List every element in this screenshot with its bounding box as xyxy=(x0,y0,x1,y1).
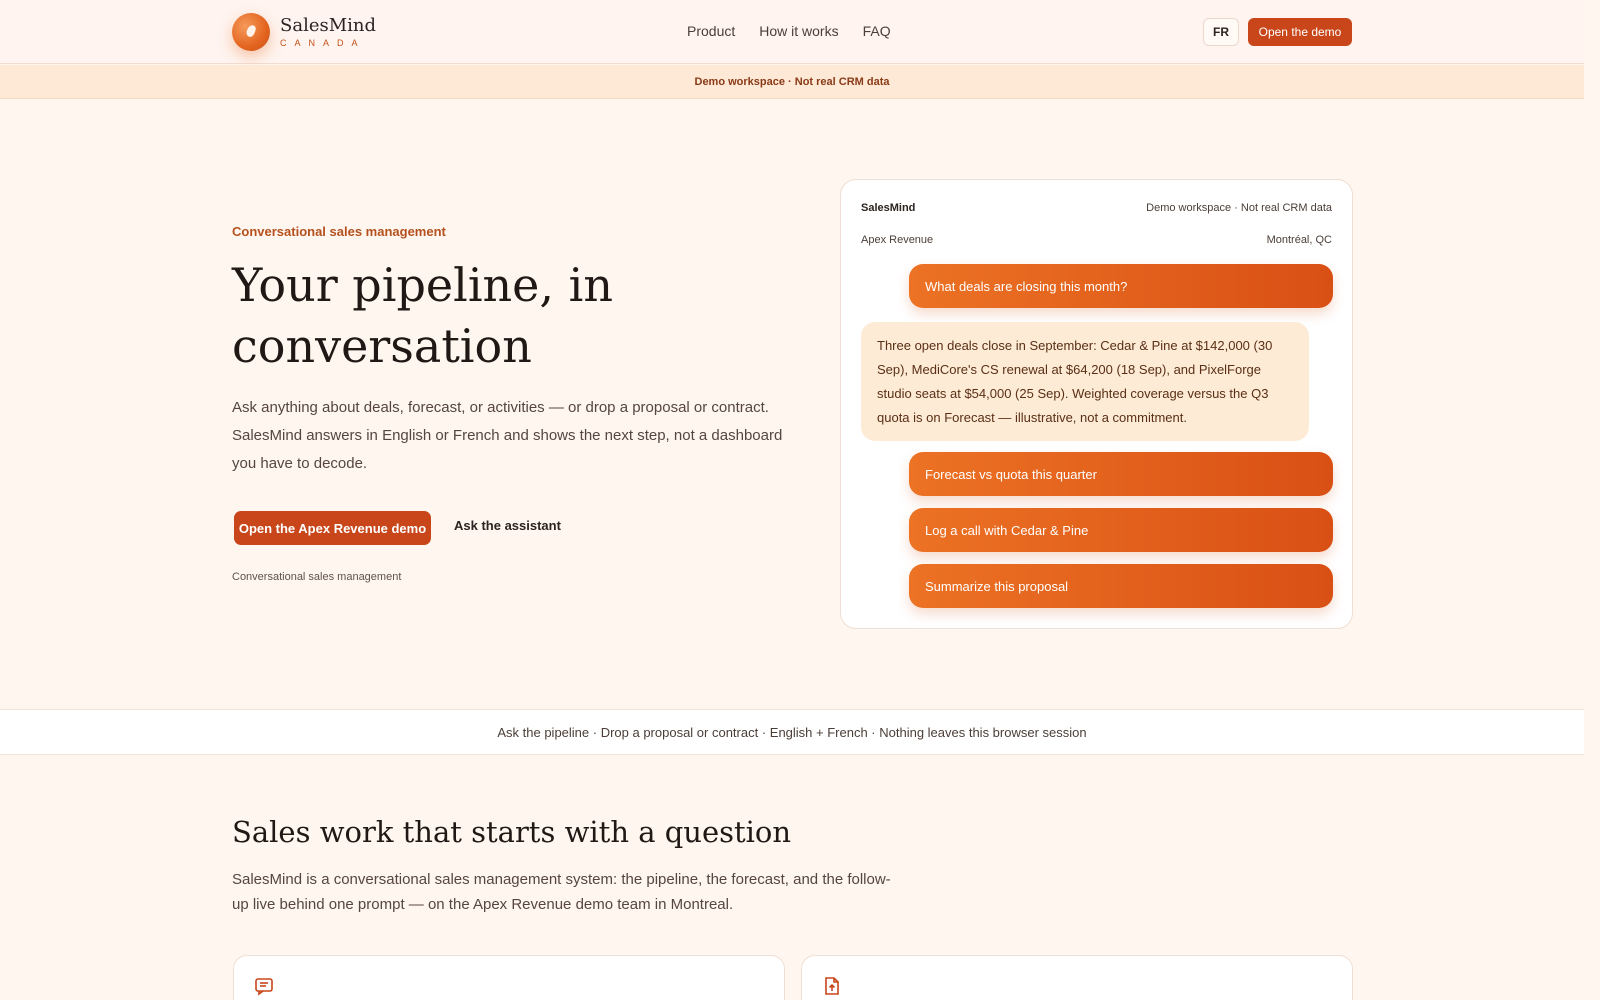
chat-answer-bubble: Three open deals close in September: Ced… xyxy=(861,322,1309,441)
demo-banner: Demo workspace · Not real CRM data xyxy=(0,65,1584,99)
brand-name: SalesMind xyxy=(280,14,377,36)
ask-assistant-link[interactable]: Ask the assistant xyxy=(454,518,561,533)
main-nav: Product How it works FAQ xyxy=(687,23,891,39)
hero-note: Conversational sales management xyxy=(232,571,402,583)
suggestion-log-call-button[interactable]: Log a call with Cedar & Pine xyxy=(909,508,1333,552)
suggestion-summarize-button[interactable]: Summarize this proposal xyxy=(909,564,1333,608)
chat-question-bubble: What deals are closing this month? xyxy=(909,264,1333,308)
feature-card-upload xyxy=(801,955,1353,1000)
nav-product[interactable]: Product xyxy=(687,23,735,39)
nav-how-it-works[interactable]: How it works xyxy=(759,23,838,39)
chat-workspace-label: Demo workspace · Not real CRM data xyxy=(1146,202,1332,214)
hero-title: Your pipeline, in conversation xyxy=(232,258,613,373)
brand-subtitle: CANADA xyxy=(280,37,366,48)
chat-brand: SalesMind xyxy=(861,202,916,214)
section-description: SalesMind is a conversational sales mana… xyxy=(232,871,891,913)
chat-preview-panel: SalesMind Demo workspace · Not real CRM … xyxy=(840,179,1353,629)
open-demo-button[interactable]: Open the demo xyxy=(1248,18,1352,46)
brand-mark-icon xyxy=(232,13,270,51)
file-upload-icon xyxy=(825,977,839,995)
nav-faq[interactable]: FAQ xyxy=(863,23,891,39)
chat-location: Montréal, QC xyxy=(1266,234,1332,246)
hero-description: Ask anything about deals, forecast, or a… xyxy=(232,399,783,472)
open-apex-demo-button[interactable]: Open the Apex Revenue demo xyxy=(234,511,431,545)
language-toggle-button[interactable]: FR xyxy=(1203,18,1239,46)
chat-account: Apex Revenue xyxy=(861,234,934,246)
feature-card-chat xyxy=(233,955,785,1000)
suggestion-forecast-button[interactable]: Forecast vs quota this quarter xyxy=(909,452,1333,496)
hero-eyebrow: Conversational sales management xyxy=(232,224,446,239)
section-title: Sales work that starts with a question xyxy=(232,815,792,849)
brand-logo[interactable]: SalesMind CANADA xyxy=(232,13,376,51)
feature-strip: Ask the pipeline · Drop a proposal or co… xyxy=(0,709,1584,755)
site-header: SalesMind CANADA Product How it works FA… xyxy=(0,0,1584,64)
chat-lines-icon xyxy=(255,978,273,996)
